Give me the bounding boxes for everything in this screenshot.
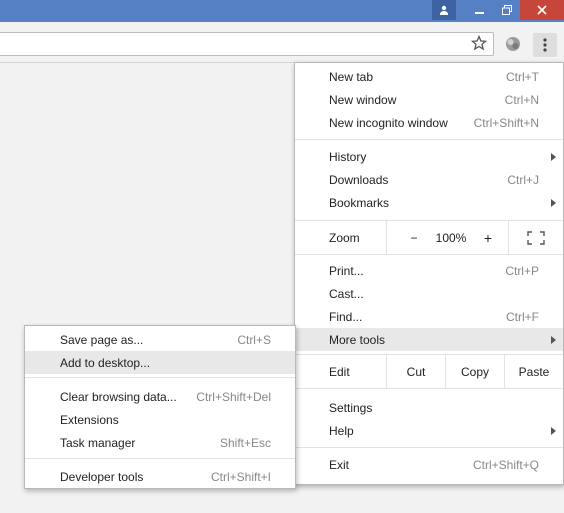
- menu-item-cast[interactable]: Cast...: [295, 282, 563, 305]
- minimize-icon: [475, 12, 484, 14]
- menu-item-shortcut: Ctrl+N: [504, 93, 539, 107]
- menu-button[interactable]: [533, 33, 557, 57]
- submenu-arrow-icon: [551, 153, 556, 161]
- menu-item-shortcut: Shift+Esc: [219, 436, 271, 450]
- restore-icon: [502, 5, 512, 15]
- zoom-in-button[interactable]: +: [473, 221, 503, 254]
- menu-item-add-to-desktop[interactable]: Add to desktop...: [25, 351, 295, 374]
- menu-item-new-incognito-window[interactable]: New incognito window Ctrl+Shift+N: [295, 111, 563, 134]
- menu-item-developer-tools[interactable]: Developer tools Ctrl+Shift+I: [25, 465, 295, 488]
- restore-button[interactable]: [494, 0, 520, 20]
- address-bar[interactable]: [0, 32, 494, 56]
- menu-item-shortcut: Ctrl+J: [507, 173, 539, 187]
- menu-item-label: Save page as...: [60, 333, 144, 347]
- menu-item-label: Clear browsing data...: [60, 390, 177, 404]
- menu-item-label: Exit: [329, 458, 350, 472]
- menu-separator: [295, 447, 563, 448]
- zoom-divider: [508, 221, 509, 254]
- menu-item-label: Extensions: [60, 413, 119, 427]
- menu-item-extensions[interactable]: Extensions: [25, 408, 295, 431]
- menu-item-label: Find...: [329, 310, 363, 324]
- copy-button[interactable]: Copy: [446, 355, 504, 388]
- star-icon[interactable]: [471, 35, 487, 51]
- menu-item-more-tools[interactable]: More tools: [295, 328, 563, 351]
- menu-separator: [295, 139, 563, 140]
- edit-row: Edit Cut Copy Paste: [295, 355, 563, 388]
- menu-item-label: History: [329, 150, 367, 164]
- zoom-label: Zoom: [329, 231, 360, 245]
- close-icon: [537, 5, 547, 15]
- zoom-out-button[interactable]: −: [399, 221, 429, 254]
- menu-item-label: Bookmarks: [329, 196, 390, 210]
- menu-item-print[interactable]: Print... Ctrl+P: [295, 259, 563, 282]
- menu-item-bookmarks[interactable]: Bookmarks: [295, 191, 563, 214]
- menu-item-downloads[interactable]: Downloads Ctrl+J: [295, 168, 563, 191]
- menu-item-new-tab[interactable]: New tab Ctrl+T: [295, 65, 563, 88]
- menu-item-shortcut: Ctrl+F: [506, 310, 539, 324]
- menu-item-label: New incognito window: [329, 116, 448, 130]
- zoom-level-value: 100%: [435, 230, 467, 245]
- more-tools-submenu: Save page as... Ctrl+S Add to desktop...…: [24, 325, 296, 489]
- chrome-main-menu: New tab Ctrl+T New window Ctrl+N New inc…: [294, 62, 564, 485]
- menu-item-settings[interactable]: Settings: [295, 396, 563, 419]
- menu-separator: [295, 254, 563, 255]
- menu-item-label: Help: [329, 424, 354, 438]
- close-button[interactable]: [520, 0, 564, 20]
- menu-separator: [25, 458, 295, 459]
- paste-label: Paste: [518, 364, 550, 379]
- submenu-arrow-icon: [551, 336, 556, 344]
- person-icon: [440, 5, 448, 15]
- edit-label: Edit: [329, 365, 350, 379]
- cut-button[interactable]: Cut: [387, 355, 445, 388]
- menu-item-shortcut: Ctrl+Shift+I: [210, 470, 271, 484]
- menu-separator: [25, 377, 295, 378]
- submenu-arrow-icon: [551, 427, 556, 435]
- menu-item-shortcut: Ctrl+P: [505, 264, 539, 278]
- extension-icon[interactable]: [503, 34, 523, 54]
- menu-item-label: Developer tools: [60, 470, 144, 484]
- menu-item-shortcut: Ctrl+Shift+N: [473, 116, 539, 130]
- menu-item-label: New tab: [329, 70, 374, 84]
- title-bar: [0, 0, 564, 22]
- menu-item-history[interactable]: History: [295, 145, 563, 168]
- zoom-in-label: +: [483, 229, 493, 246]
- menu-item-label: Print...: [329, 264, 364, 278]
- menu-item-label: Cast...: [329, 287, 364, 301]
- menu-item-exit[interactable]: Exit Ctrl+Shift+Q: [295, 453, 563, 476]
- menu-item-find[interactable]: Find... Ctrl+F: [295, 305, 563, 328]
- fullscreen-icon: [527, 230, 545, 245]
- menu-item-label: Add to desktop...: [60, 356, 151, 370]
- menu-item-new-window[interactable]: New window Ctrl+N: [295, 88, 563, 111]
- menu-item-help[interactable]: Help: [295, 419, 563, 442]
- menu-separator: [295, 388, 563, 389]
- zoom-level: 100%: [431, 221, 471, 254]
- menu-item-label: New window: [329, 93, 397, 107]
- menu-item-save-page-as[interactable]: Save page as... Ctrl+S: [25, 328, 295, 351]
- menu-item-shortcut: Ctrl+Shift+Del: [196, 390, 271, 404]
- zoom-row: Zoom − 100% +: [295, 221, 563, 254]
- copy-label: Copy: [460, 364, 489, 379]
- menu-item-label: Settings: [329, 401, 373, 415]
- menu-item-label: Downloads: [329, 173, 389, 187]
- menu-item-shortcut: Ctrl+T: [506, 70, 539, 84]
- menu-item-clear-browsing-data[interactable]: Clear browsing data... Ctrl+Shift+Del: [25, 385, 295, 408]
- minimize-button[interactable]: [466, 0, 494, 20]
- paste-button[interactable]: Paste: [505, 355, 563, 388]
- cut-label: Cut: [406, 364, 426, 379]
- menu-item-label: Task manager: [60, 436, 136, 450]
- zoom-out-label: −: [410, 230, 418, 245]
- browser-toolbar: [0, 22, 564, 63]
- zoom-divider: [386, 221, 387, 254]
- menu-item-shortcut: Ctrl+S: [237, 333, 271, 347]
- profile-button[interactable]: [432, 0, 456, 20]
- menu-item-label: More tools: [329, 333, 386, 347]
- menu-item-shortcut: Ctrl+Shift+Q: [472, 458, 539, 472]
- menu-item-task-manager[interactable]: Task manager Shift+Esc: [25, 431, 295, 454]
- fullscreen-button[interactable]: [521, 221, 551, 254]
- three-dots-icon: [543, 38, 547, 52]
- submenu-arrow-icon: [551, 199, 556, 207]
